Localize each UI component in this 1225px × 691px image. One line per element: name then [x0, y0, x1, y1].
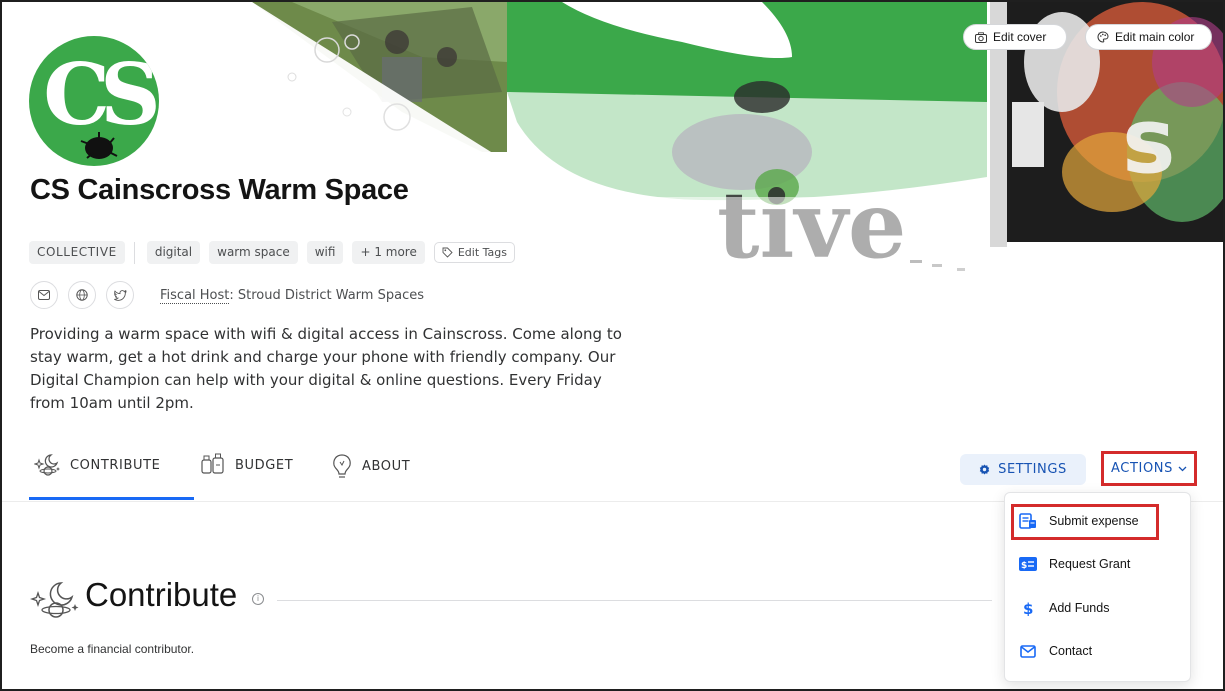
menu-item-submit-expense[interactable]: Submit expense	[1019, 512, 1139, 530]
settings-label: SETTINGS	[998, 462, 1067, 477]
edit-main-color-button[interactable]: Edit main color	[1085, 24, 1212, 50]
menu-item-contact[interactable]: Contact	[1019, 642, 1092, 660]
receipt-icon	[1019, 512, 1037, 530]
chevron-down-icon	[1178, 466, 1187, 471]
ink-splat-icon	[80, 132, 118, 159]
active-tab-indicator	[29, 497, 194, 500]
grant-icon: $	[1019, 555, 1037, 573]
menu-item-label: Add Funds	[1049, 601, 1110, 615]
svg-text:s: s	[1122, 89, 1176, 194]
fiscal-host-link[interactable]: Fiscal Host: Stroud District Warm Spaces	[160, 287, 424, 304]
actions-dropdown-menu: Submit expense $ Request Grant $ Add Fun…	[1004, 492, 1191, 682]
camera-icon	[975, 31, 987, 43]
tab-budget[interactable]: BUDGET	[199, 452, 293, 478]
tab-contribute-label: CONTRIBUTE	[70, 457, 161, 473]
contribute-icon	[34, 454, 60, 476]
fiscal-host-value: : Stroud District Warm Spaces	[229, 287, 424, 303]
info-icon[interactable]: i	[252, 593, 264, 605]
tag-icon	[442, 247, 453, 258]
twitter-icon[interactable]	[106, 281, 134, 309]
fiscal-host-label: Fiscal Host	[160, 287, 230, 304]
contribute-section-icon	[30, 582, 79, 618]
section-divider	[277, 600, 992, 601]
collective-name: CS Cainscross Warm Space	[30, 174, 409, 206]
collective-description: Providing a warm space with wifi & digit…	[30, 325, 622, 412]
tag-item[interactable]: wifi	[306, 241, 344, 264]
palette-icon	[1097, 31, 1109, 43]
page-frame: tive s CS	[0, 0, 1225, 691]
actions-button[interactable]: ACTIONS	[1101, 451, 1197, 486]
menu-item-label: Contact	[1049, 644, 1093, 658]
dollar-icon: $	[1019, 599, 1037, 617]
tab-budget-label: BUDGET	[235, 457, 294, 473]
collective-avatar[interactable]: CS	[29, 36, 159, 166]
svg-text:$: $	[1023, 600, 1033, 616]
social-links: Fiscal Host: Stroud District Warm Spaces	[30, 281, 424, 309]
about-icon	[333, 454, 351, 478]
tab-contribute[interactable]: CONTRIBUTE	[34, 452, 160, 478]
email-icon[interactable]	[30, 281, 58, 309]
section-title: Contribute	[85, 576, 238, 613]
settings-button[interactable]: SETTINGS	[960, 454, 1086, 485]
globe-icon[interactable]	[68, 281, 96, 309]
actions-label: ACTIONS	[1111, 461, 1173, 476]
gear-icon	[979, 464, 990, 475]
section-subtitle: Become a financial contributor.	[30, 642, 195, 656]
tab-about[interactable]: ABOUT	[330, 452, 410, 480]
edit-cover-button[interactable]: Edit cover	[963, 24, 1067, 50]
edit-main-color-label: Edit main color	[1115, 30, 1195, 44]
menu-item-label: Request Grant	[1049, 557, 1131, 571]
envelope-icon	[1019, 642, 1037, 660]
more-tags-button[interactable]: + 1 more	[352, 241, 425, 264]
tag-list: COLLECTIVE digital warm space wifi + 1 m…	[29, 241, 516, 264]
tab-about-label: ABOUT	[362, 458, 411, 474]
tag-divider	[133, 241, 135, 264]
tag-item[interactable]: digital	[146, 241, 201, 264]
edit-tags-button[interactable]: Edit Tags	[433, 242, 516, 263]
menu-item-request-grant[interactable]: $ Request Grant	[1019, 555, 1130, 573]
tag-item[interactable]: warm space	[209, 241, 298, 264]
svg-text:$: $	[1021, 561, 1027, 571]
edit-tags-label: Edit Tags	[457, 246, 508, 259]
menu-item-add-funds[interactable]: $ Add Funds	[1019, 599, 1109, 617]
menu-item-label: Submit expense	[1049, 514, 1139, 528]
edit-cover-label: Edit cover	[993, 30, 1047, 44]
budget-icon	[201, 453, 224, 474]
collective-type-badge: COLLECTIVE	[29, 241, 125, 264]
